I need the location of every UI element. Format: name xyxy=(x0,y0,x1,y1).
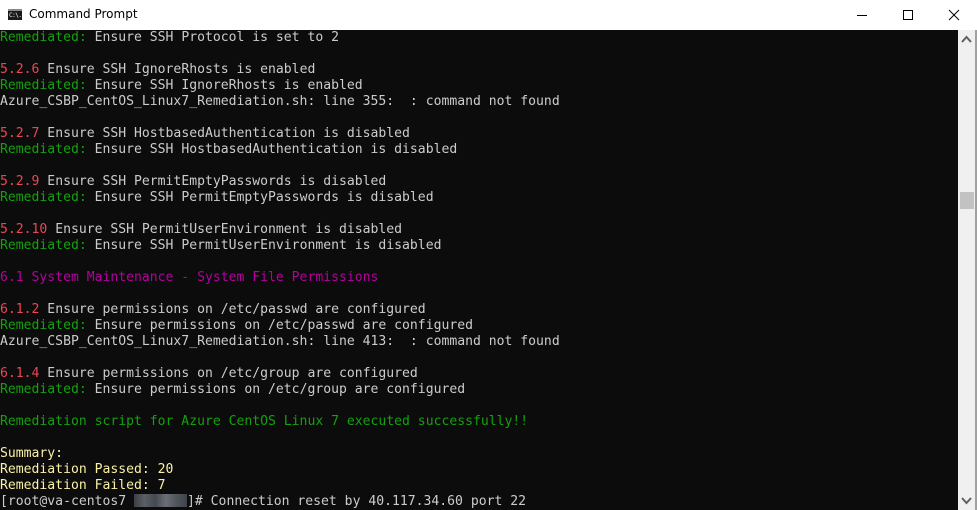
summary-passed: Remediation Passed: 20 xyxy=(0,462,174,477)
console-line: Remediated: Ensure permissions on /etc/g… xyxy=(0,382,466,397)
scroll-down-icon[interactable] xyxy=(961,497,972,505)
minimize-icon xyxy=(857,15,867,16)
console-line: 5.2.9 Ensure SSH PermitEmptyPasswords is… xyxy=(0,174,387,189)
section-heading: 6.1 System Maintenance - System File Per… xyxy=(0,270,379,285)
console-line: Remediated: Ensure SSH IgnoreRhosts is e… xyxy=(0,78,363,93)
console-line: Azure_CSBP_CentOS_Linux7_Remediation.sh:… xyxy=(0,334,560,349)
prompt-user-host: [root@va-centos7 xyxy=(0,494,135,509)
summary-failed: Remediation Failed: 7 xyxy=(0,478,166,493)
console-output[interactable]: Remediated: Ensure SSH Protocol is set t… xyxy=(0,30,958,510)
title-bar: C:\. Command Prompt xyxy=(0,0,977,30)
console-line: Azure_CSBP_CentOS_Linux7_Remediation.sh:… xyxy=(0,94,560,109)
console-line: Remediated: Ensure permissions on /etc/p… xyxy=(0,318,473,333)
shell-prompt-line: [root@va-centos7 ]# Connection reset by … xyxy=(0,494,526,510)
console-line: Remediated: Ensure SSH HostbasedAuthenti… xyxy=(0,142,458,157)
scrollbar-thumb[interactable] xyxy=(960,192,974,209)
redacted-hostname xyxy=(134,494,188,507)
console-line: Remediated: Ensure SSH Protocol is set t… xyxy=(0,30,339,45)
console-line: Remediated: Ensure SSH PermitEmptyPasswo… xyxy=(0,190,434,205)
console-line: 5.2.7 Ensure SSH HostbasedAuthentication… xyxy=(0,126,410,141)
vertical-scrollbar[interactable] xyxy=(958,30,975,510)
console-line: 5.2.6 Ensure SSH IgnoreRhosts is enabled xyxy=(0,62,316,77)
success-message: Remediation script for Azure CentOS Linu… xyxy=(0,414,529,429)
close-icon xyxy=(948,9,960,21)
window-title: Command Prompt xyxy=(29,7,138,21)
prompt-suffix: ]# xyxy=(187,494,211,509)
scroll-up-icon[interactable] xyxy=(961,35,972,43)
console-line: Remediated: Ensure SSH PermitUserEnviron… xyxy=(0,238,442,253)
minimize-button[interactable] xyxy=(839,0,885,30)
connection-message: Connection reset by 40.117.34.60 port 22 xyxy=(210,494,526,509)
console-icon: C:\. xyxy=(8,9,22,20)
console-line: 5.2.10 Ensure SSH PermitUserEnvironment … xyxy=(0,222,403,237)
maximize-icon xyxy=(903,10,913,20)
close-button[interactable] xyxy=(931,0,977,30)
maximize-button[interactable] xyxy=(885,0,931,30)
console-line: 6.1.2 Ensure permissions on /etc/passwd … xyxy=(0,302,426,317)
console-line: 6.1.4 Ensure permissions on /etc/group a… xyxy=(0,366,418,381)
summary-heading: Summary: xyxy=(0,446,64,461)
